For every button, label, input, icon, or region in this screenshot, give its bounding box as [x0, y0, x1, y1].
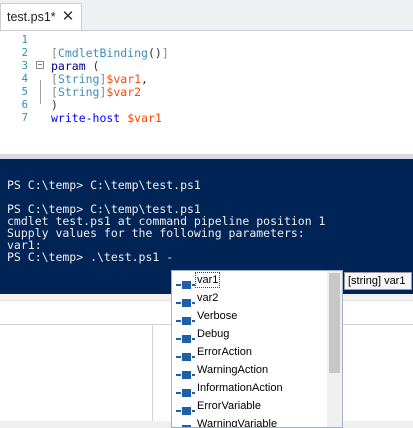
parameter-icon: [176, 347, 195, 361]
parameter-icon: [176, 329, 195, 343]
code-line: 4 [String]$var1,: [0, 72, 413, 86]
code-token: $var1: [127, 111, 162, 125]
intellisense-item-label: Verbose: [197, 310, 238, 322]
intellisense-item-label: WarningVariable: [197, 418, 278, 428]
code-token: String: [57, 85, 100, 99]
parameter-icon: [176, 383, 195, 397]
code-token: ): [51, 98, 58, 112]
intellisense-item[interactable]: InformationAction: [173, 379, 325, 397]
code-line: 3 − param (: [0, 59, 413, 73]
parameter-icon: [176, 311, 195, 325]
intellisense-item[interactable]: ErrorVariable: [173, 397, 325, 415]
parameter-icon: [176, 275, 195, 289]
divider: [152, 325, 153, 422]
intellisense-item-label: ErrorAction: [197, 346, 253, 358]
parameter-tooltip: [string] var1: [344, 272, 412, 290]
intellisense-item[interactable]: Verbose: [173, 307, 325, 325]
code-text: write-host $var1: [51, 111, 162, 125]
close-icon[interactable]: ✕: [60, 6, 76, 26]
script-editor[interactable]: 1 2 [CmdletBinding()] 3 − param ( 4 [Str…: [0, 31, 413, 154]
intellisense-item[interactable]: Debug: [173, 325, 325, 343]
line-number: 7: [21, 112, 28, 124]
code-text: ): [51, 98, 58, 112]
code-line: 5 [String]$var2: [0, 85, 413, 99]
intellisense-item[interactable]: WarningAction: [173, 361, 325, 379]
code-token: $var1: [106, 72, 142, 86]
line-number: 6: [21, 99, 28, 111]
line-number: 4: [21, 73, 28, 85]
code-text: [String]$var1,: [51, 72, 148, 86]
intellisense-list[interactable]: var1 var2 Verbose Debug ErrorAction WarningAc…: [171, 270, 343, 428]
code-token: [: [51, 85, 58, 99]
code-text: [String]$var2: [51, 85, 141, 99]
intellisense-item[interactable]: WarningVariable: [173, 415, 325, 428]
parameter-icon: [176, 365, 195, 379]
tab-title: test.ps1*: [7, 10, 56, 24]
code-token: $var2: [106, 85, 142, 99]
console-prompt-line: PS C:\temp> .\test.ps1 -: [7, 250, 174, 264]
code-token: (): [147, 46, 162, 60]
scrollbar-thumb[interactable]: [329, 273, 340, 373]
code-token: ]: [161, 46, 169, 60]
intellisense-item-label: ErrorVariable: [197, 400, 261, 412]
code-token: CmdletBinding: [57, 46, 148, 60]
code-text: [CmdletBinding()]: [51, 46, 169, 60]
line-number: 5: [21, 86, 28, 98]
intellisense-item-label: InformationAction: [197, 382, 283, 394]
intellisense-item[interactable]: var1: [173, 271, 325, 289]
intellisense-item-label: var2: [197, 292, 219, 304]
code-token: [: [51, 46, 58, 60]
code-text: param (: [51, 59, 99, 73]
tab-strip: test.ps1* ✕: [0, 0, 413, 31]
code-token: (: [85, 59, 100, 73]
collapse-icon[interactable]: −: [36, 61, 44, 69]
console-line: Supply values for the following paramete…: [7, 226, 305, 240]
parameter-icon: [176, 293, 195, 307]
code-token: param: [51, 59, 86, 73]
code-token: ,: [141, 72, 148, 86]
line-number: 3: [21, 60, 28, 72]
parameter-icon: [176, 419, 195, 427]
line-number: 2: [21, 47, 28, 59]
parameter-icon: [176, 401, 195, 415]
code-line: 6 ): [0, 98, 413, 112]
intellisense-item-label: Debug: [197, 328, 230, 340]
code-token: [: [51, 72, 58, 86]
line-number: 1: [21, 34, 28, 46]
intellisense-item[interactable]: var2: [173, 289, 325, 307]
code-line: 1: [0, 33, 413, 47]
intellisense-item[interactable]: ErrorAction: [173, 343, 325, 361]
console-line: PS C:\temp> C:\temp\test.ps1: [7, 178, 201, 192]
intellisense-item-label: WarningAction: [197, 364, 269, 376]
code-line: 2 [CmdletBinding()]: [0, 46, 413, 60]
code-token: write-host: [51, 111, 121, 125]
code-line: 7 write-host $var1: [0, 111, 413, 125]
tab-test-ps1[interactable]: test.ps1* ✕: [0, 3, 82, 30]
intellisense-item-label: var1: [194, 272, 221, 288]
code-token: String: [57, 72, 100, 86]
scrollbar[interactable]: [327, 271, 342, 427]
